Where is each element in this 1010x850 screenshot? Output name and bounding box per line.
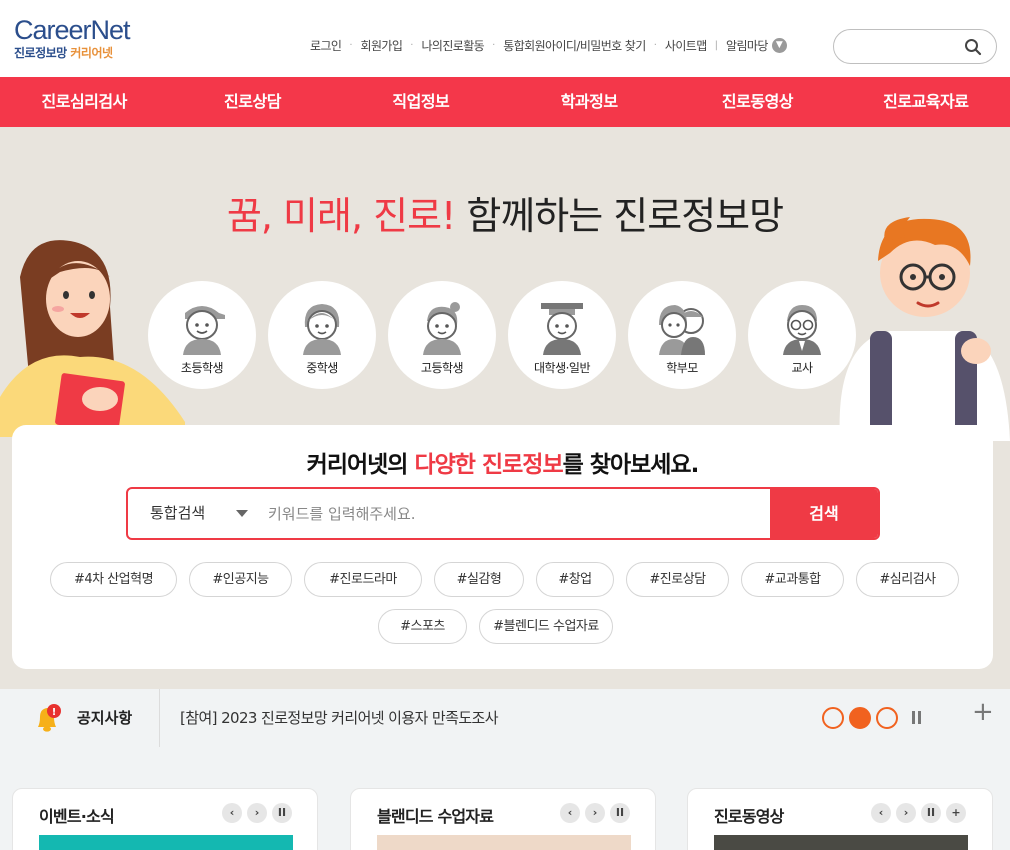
chevron-down-icon[interactable] — [236, 510, 248, 517]
nav-item-career-video[interactable]: 진로동영상 — [673, 77, 841, 127]
chevron-left-icon[interactable]: ‹ — [871, 803, 891, 823]
notice-text-link[interactable]: [참여] 2023 진로정보망 커리어넷 이용자 만족도조사 — [180, 689, 499, 747]
signup-link[interactable]: 회원가입 — [361, 37, 403, 54]
login-link[interactable]: 로그인 — [310, 37, 342, 54]
target-parent-button[interactable]: 학부모 — [628, 281, 736, 389]
target-label: 학부모 — [666, 361, 698, 375]
target-label: 초등학생 — [180, 361, 224, 375]
pause-icon[interactable]: II — [272, 803, 292, 823]
slide-dot[interactable] — [849, 707, 871, 729]
target-middle-button[interactable]: 중학생 — [268, 281, 376, 389]
panel-blended-materials: 블랜디드 수업자료 ‹ › II — [350, 788, 656, 850]
slide-dot[interactable] — [876, 707, 898, 729]
target-teacher-button[interactable]: 교사 — [748, 281, 856, 389]
hashtag-button[interactable]: #진로드라마 — [304, 562, 422, 597]
hashtag-row-1: #4차 산업혁명 #인공지능 #진로드라마 #실감형 #창업 #진로상담 #교과… — [50, 562, 971, 597]
hero-title-highlight: 꿈, 미래, 진로! — [226, 194, 456, 238]
search-button[interactable]: 검색 — [770, 489, 878, 538]
target-label: 고등학생 — [420, 361, 464, 375]
hero-title: 꿈, 미래, 진로! 함께하는 진로정보망 — [0, 185, 1010, 240]
notice-badge: ! — [52, 707, 57, 718]
sitemap-link[interactable]: 사이트맵 — [665, 37, 707, 54]
nav-item-education-material[interactable]: 진로교육자료 — [842, 77, 1010, 127]
target-label: 중학생 — [306, 361, 338, 375]
search-card: 커리어넷의 다양한 진로정보를 찾아보세요. 통합검색 검색 #4차 산업혁명 … — [12, 425, 993, 669]
chevron-right-icon[interactable]: › — [585, 803, 605, 823]
hashtag-button[interactable]: #실감형 — [434, 562, 524, 597]
panel-career-video: 진로동영상 ‹ › II + — [687, 788, 993, 850]
panel-thumbnail[interactable] — [377, 835, 631, 850]
target-elementary-button[interactable]: 초등학생 — [148, 281, 256, 389]
plus-icon[interactable]: + — [972, 697, 994, 727]
chevron-left-icon[interactable]: ‹ — [222, 803, 242, 823]
panel-title: 블랜디드 수업자료 — [377, 807, 494, 826]
logo-sub-highlight: 커리어넷 — [70, 46, 113, 60]
pause-icon[interactable]: II — [921, 803, 941, 823]
notice-label: 공지사항 — [77, 709, 133, 727]
middle-student-icon — [303, 304, 341, 355]
logo-text-career: Career — [14, 15, 92, 45]
bell-icon: ! — [38, 704, 61, 732]
target-high-button[interactable]: 고등학생 — [388, 281, 496, 389]
search-icon[interactable] — [964, 38, 982, 56]
pause-icon[interactable]: II — [610, 803, 630, 823]
hashtag-button[interactable]: #창업 — [536, 562, 614, 597]
hashtag-button[interactable]: #스포츠 — [378, 609, 467, 644]
panel-title: 이벤트·소식 — [39, 807, 115, 826]
nav-item-counseling[interactable]: 진로상담 — [168, 77, 336, 127]
target-menu: 초등학생 중학생 고등학생 대학생·일반 학부모 교사 — [148, 281, 868, 389]
panel-thumbnail[interactable] — [39, 835, 293, 850]
panel-thumbnail[interactable] — [714, 835, 968, 850]
main-search-box: 통합검색 검색 — [126, 487, 880, 540]
search-input[interactable] — [268, 489, 738, 538]
nav-item-psych-test[interactable]: 진로심리검사 — [0, 77, 168, 127]
logo[interactable]: CareerNet 진로정보망 커리어넷 — [14, 15, 131, 61]
header: CareerNet 진로정보망 커리어넷 로그인 · 회원가입 · 나의진로활동… — [0, 0, 1010, 77]
notice-board-link[interactable]: 알림마당 — [726, 37, 768, 54]
hashtag-button[interactable]: #심리검사 — [856, 562, 959, 597]
teacher-icon — [783, 305, 821, 355]
elementary-student-icon — [183, 306, 225, 355]
panel-title: 진로동영상 — [714, 807, 784, 826]
chevron-down-icon[interactable]: ▼ — [771, 38, 787, 53]
hero-title-rest: 함께하는 진로정보망 — [466, 194, 784, 238]
header-search-input[interactable] — [833, 29, 997, 64]
parent-icon — [659, 305, 705, 355]
utility-menu: 로그인 · 회원가입 · 나의진로활동 · 통합회원아이디/비밀번호 찾기 · … — [310, 37, 787, 54]
graduate-icon — [541, 303, 583, 355]
hero-section: 꿈, 미래, 진로! 함께하는 진로정보망 초등학생 중학생 고등학생 대학생·… — [0, 127, 1010, 689]
high-student-icon — [423, 302, 461, 355]
hashtag-button[interactable]: #4차 산업혁명 — [50, 562, 177, 597]
logo-sub-text: 진로정보망 — [14, 46, 67, 60]
hashtag-button[interactable]: #진로상담 — [626, 562, 729, 597]
hashtag-button[interactable]: #교과통합 — [741, 562, 844, 597]
search-card-title: 커리어넷의 다양한 진로정보를 찾아보세요. — [306, 452, 700, 478]
nav-item-job-info[interactable]: 직업정보 — [337, 77, 505, 127]
slide-dot[interactable] — [822, 707, 844, 729]
logo-text-net: Net — [90, 15, 131, 45]
content-panels: 이벤트·소식 ‹ › II 블랜디드 수업자료 ‹ › II 진로동영상 ‹ ›… — [0, 747, 1010, 850]
my-activity-link[interactable]: 나의진로활동 — [421, 37, 484, 54]
pause-icon[interactable] — [912, 711, 924, 724]
notice-slide-indicator — [822, 707, 903, 729]
plus-icon[interactable]: + — [946, 803, 966, 823]
target-label: 대학생·일반 — [533, 361, 591, 375]
target-label: 교사 — [791, 361, 813, 375]
hashtag-button[interactable]: #블렌디드 수업자료 — [479, 609, 613, 644]
target-university-button[interactable]: 대학생·일반 — [508, 281, 616, 389]
notice-bar: ! 공지사항 [참여] 2023 진로정보망 커리어넷 이용자 만족도조사 + — [0, 689, 1010, 747]
find-account-link[interactable]: 통합회원아이디/비밀번호 찾기 — [503, 37, 646, 54]
panel-events: 이벤트·소식 ‹ › II — [12, 788, 318, 850]
hashtag-button[interactable]: #인공지능 — [189, 562, 292, 597]
main-nav: 진로심리검사 진로상담 직업정보 학과정보 진로동영상 진로교육자료 — [0, 77, 1010, 127]
chevron-right-icon[interactable]: › — [896, 803, 916, 823]
search-category-select[interactable]: 통합검색 — [150, 489, 205, 538]
hashtag-row-2: #스포츠 #블렌디드 수업자료 — [378, 609, 625, 644]
nav-item-major-info[interactable]: 학과정보 — [505, 77, 673, 127]
chevron-left-icon[interactable]: ‹ — [560, 803, 580, 823]
chevron-right-icon[interactable]: › — [247, 803, 267, 823]
